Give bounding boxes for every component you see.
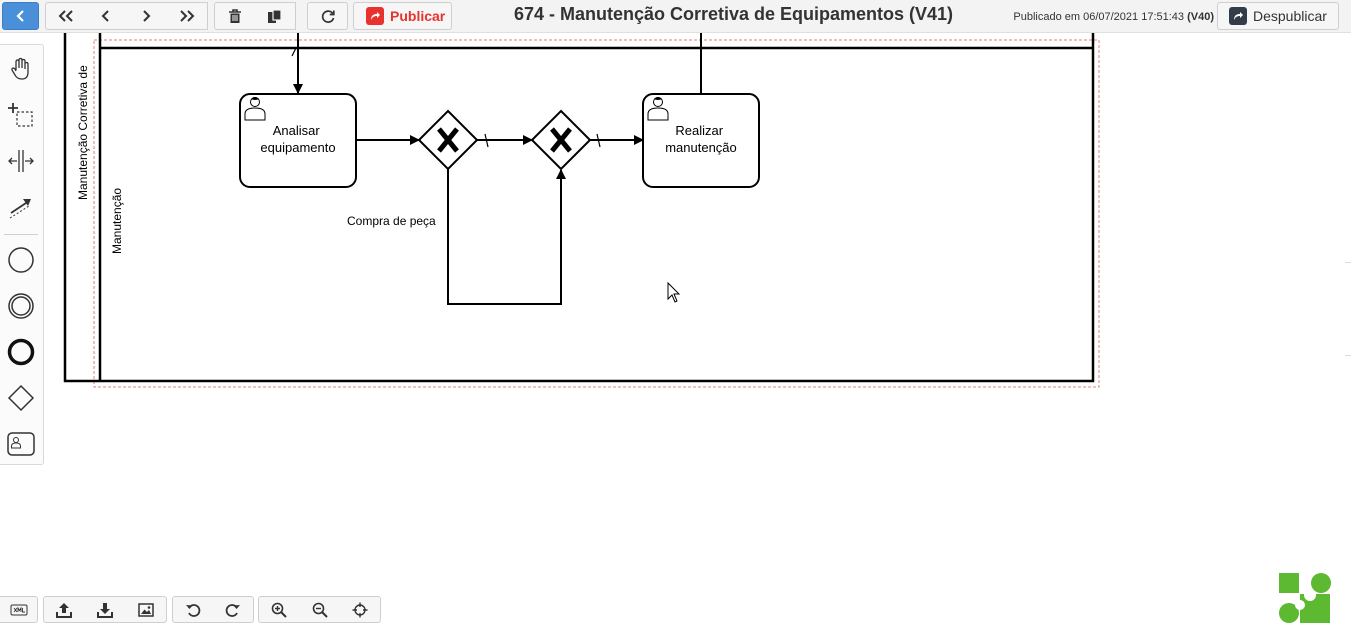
end-event-tool[interactable]: [3, 334, 39, 370]
connect-arrow-icon: [9, 199, 31, 219]
undo-icon: [186, 603, 201, 617]
first-button[interactable]: [45, 2, 87, 30]
flow-label: Compra de peça: [347, 214, 436, 228]
double-chevron-left-icon: [58, 10, 73, 22]
double-chevron-right-icon: [179, 10, 194, 22]
upload-icon: [56, 602, 72, 618]
hand-tool[interactable]: [3, 51, 39, 87]
delete-button[interactable]: [214, 2, 255, 30]
center-view-button[interactable]: [340, 596, 381, 623]
pool[interactable]: Manutenção Corretiva de: [63, 33, 1095, 383]
gateway-tool[interactable]: [3, 380, 39, 416]
intermediate-event-tool[interactable]: [3, 288, 39, 324]
lasso-tool[interactable]: [3, 97, 39, 133]
lane-label: Manutenção: [110, 188, 124, 254]
task-analisar-equipamento[interactable]: Analisar equipamento: [239, 93, 357, 188]
tool-palette: [0, 44, 44, 465]
start-event-tool[interactable]: [3, 242, 39, 278]
download-button[interactable]: [84, 596, 126, 623]
user-task-icon: [7, 432, 35, 456]
task-tool[interactable]: [3, 426, 39, 462]
export-image-button[interactable]: [125, 596, 167, 623]
pool-label: Manutenção Corretiva de: [76, 65, 90, 200]
palette-separator: [4, 234, 38, 235]
back-button[interactable]: [2, 2, 39, 30]
chevron-left-icon: [101, 10, 109, 22]
zoom-in-button[interactable]: [258, 596, 300, 623]
published-info: Publicado em 06/07/2021 17:51:43 (V40): [1000, 11, 1214, 23]
exclusive-gateway-1[interactable]: [417, 109, 479, 171]
unpublish-button[interactable]: Despublicar: [1217, 2, 1339, 30]
flow-into-analisar[interactable]: [291, 33, 303, 94]
copy-icon: [267, 8, 282, 23]
share-icon: [1229, 7, 1247, 25]
redo-icon: [225, 603, 240, 617]
task-label-line1: Analisar: [273, 123, 321, 138]
task-label-line2: equipamento: [260, 140, 335, 155]
upload-button[interactable]: [43, 596, 85, 623]
task-label-line2: manutenção: [665, 140, 737, 155]
xml-icon: [10, 604, 27, 615]
brand-logo: [1279, 573, 1331, 623]
lane-manutencao[interactable]: Manutenção: [110, 188, 124, 254]
space-tool[interactable]: [3, 143, 39, 179]
flow-gateway1-gateway2[interactable]: [477, 133, 533, 148]
trash-icon: [228, 8, 241, 23]
copy-button[interactable]: [254, 2, 296, 30]
task-realizar-manutencao[interactable]: Realizar manutenção: [642, 93, 760, 188]
download-icon: [96, 602, 113, 618]
redo-button[interactable]: [213, 596, 254, 623]
flow-compra-de-peca[interactable]: Compra de peça: [347, 169, 566, 305]
hand-icon: [11, 57, 29, 80]
undo-button[interactable]: [172, 596, 214, 623]
last-button[interactable]: [166, 2, 208, 30]
space-tool-icon: [8, 150, 34, 172]
publish-button[interactable]: Publicar: [353, 2, 452, 30]
bpmn-diagram: Manutenção Corretiva de Manutenção Anali…: [63, 33, 1100, 388]
refresh-button[interactable]: [307, 2, 348, 30]
zoom-out-button[interactable]: [299, 596, 341, 623]
xml-button[interactable]: [0, 596, 38, 623]
chevron-left-icon: [15, 10, 24, 22]
flow-gateway2-realizar[interactable]: [590, 133, 644, 148]
lasso-select-icon: [8, 103, 33, 127]
next-button[interactable]: [126, 2, 167, 30]
intermediate-event-icon: [8, 293, 34, 319]
refresh-icon: [321, 10, 335, 23]
exclusive-gateway-2[interactable]: [530, 109, 592, 171]
unpublish-label: Despublicar: [1253, 8, 1327, 24]
diagram-canvas[interactable]: Manutenção Corretiva de Manutenção Anali…: [0, 33, 1351, 639]
task-label-line1: Realizar: [675, 123, 723, 138]
published-date: Publicado em 06/07/2021 17:51:43: [1013, 11, 1188, 23]
mouse-cursor-icon: [667, 281, 681, 303]
image-icon: [137, 602, 154, 617]
crosshair-icon: [352, 602, 368, 617]
selection-outline: [93, 39, 1100, 388]
share-icon: [366, 7, 384, 25]
zoom-in-icon: [271, 602, 287, 618]
prev-button[interactable]: [86, 2, 127, 30]
start-event-icon: [8, 247, 34, 273]
gateway-icon: [7, 384, 35, 412]
connect-tool[interactable]: [3, 189, 39, 225]
scroll-edge-marker: [1345, 262, 1351, 356]
end-event-icon: [7, 338, 35, 366]
published-version: (V40): [1187, 11, 1214, 23]
zoom-out-icon: [312, 602, 328, 618]
publish-label: Publicar: [390, 8, 446, 24]
chevron-right-icon: [143, 10, 151, 22]
page-title: 674 - Manutenção Corretiva de Equipament…: [513, 4, 954, 24]
top-toolbar: Publicar 674 - Manutenção Corretiva de E…: [0, 0, 1351, 33]
